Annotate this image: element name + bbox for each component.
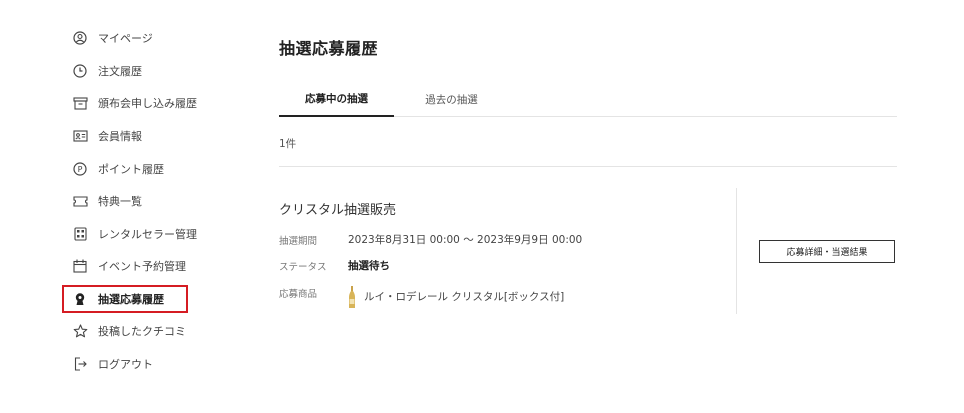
sidebar-item-rental-cellar[interactable]: レンタルセラー管理 <box>62 218 262 251</box>
lottery-icon <box>72 291 88 307</box>
product-label: 応募商品 <box>279 289 318 300</box>
champagne-bottle-image <box>348 286 356 308</box>
sidebar-item-label: ポイント履歴 <box>98 162 164 176</box>
period-value: 2023年8月31日 00:00 〜 2023年9月9日 00:00 <box>348 234 583 246</box>
period-row: 抽選期間 2023年8月31日 00:00 〜 2023年9月9日 00:00 <box>279 232 582 247</box>
sidebar-item-label: 投稿したクチコミ <box>98 325 186 339</box>
sidebar-item-order-history[interactable]: 注文履歴 <box>62 55 262 88</box>
details-button[interactable]: 応募詳細・当選結果 <box>759 240 895 263</box>
lottery-title: クリスタル抽選販売 <box>279 203 397 218</box>
sidebar-item-point-history[interactable]: P ポイント履歴 <box>62 152 262 185</box>
page-title: 抽選応募履歴 <box>279 39 379 58</box>
status-row: ステータス 抽選待ち <box>279 258 390 273</box>
sidebar-item-benefits[interactable]: 特典一覧 <box>62 185 262 218</box>
cellar-icon <box>72 226 88 242</box>
tab-active-lotteries[interactable]: 応募中の抽選 <box>279 82 394 117</box>
sidebar-item-label: マイページ <box>98 32 153 46</box>
product-link[interactable]: ルイ・ロデレール クリスタル[ボックス付] <box>364 286 564 304</box>
sidebar-item-label: イベント予約管理 <box>98 260 186 274</box>
sidebar-item-label: レンタルセラー管理 <box>98 227 197 241</box>
box-icon <box>72 95 88 111</box>
tab-past-lotteries[interactable]: 過去の抽選 <box>394 82 509 116</box>
sidebar-item-member-info[interactable]: 会員情報 <box>62 120 262 153</box>
tab-bar: 応募中の抽選 過去の抽選 <box>279 82 897 117</box>
divider <box>279 166 897 167</box>
sidebar-item-logout[interactable]: ログアウト <box>62 347 262 380</box>
calendar-icon <box>72 258 88 274</box>
sidebar-item-label: ログアウト <box>98 357 153 371</box>
person-circle-icon <box>72 30 88 46</box>
result-count: 1件 <box>279 138 297 150</box>
svg-text:P: P <box>78 165 83 174</box>
sidebar-item-posted-reviews[interactable]: 投稿したクチコミ <box>62 315 262 348</box>
point-icon: P <box>72 161 88 177</box>
sidebar: マイページ 注文履歴 頒布会申し込み履歴 会員情報 P ポイント履歴 特典一覧 <box>62 22 262 380</box>
ticket-icon <box>72 193 88 209</box>
logout-icon <box>72 356 88 372</box>
id-card-icon <box>72 128 88 144</box>
sidebar-item-label: 会員情報 <box>98 130 142 144</box>
vertical-divider <box>736 188 737 314</box>
sidebar-item-mypage[interactable]: マイページ <box>62 22 262 55</box>
status-label: ステータス <box>279 261 327 273</box>
star-icon <box>72 323 88 339</box>
status-value: 抽選待ち <box>348 260 390 272</box>
product-row: 応募商品 ルイ・ロデレール クリスタル[ボックス付] <box>279 286 564 308</box>
sidebar-item-subscription-history[interactable]: 頒布会申し込み履歴 <box>62 87 262 120</box>
sidebar-item-label: 頒布会申し込み履歴 <box>98 97 197 111</box>
clock-icon <box>72 63 88 79</box>
sidebar-item-label: 特典一覧 <box>98 195 142 209</box>
sidebar-item-label: 注文履歴 <box>98 64 142 78</box>
sidebar-item-lottery-history[interactable]: 抽選応募履歴 <box>62 284 188 313</box>
sidebar-item-label: 抽選応募履歴 <box>98 292 164 306</box>
period-label: 抽選期間 <box>279 235 318 247</box>
sidebar-item-event-reservation[interactable]: イベント予約管理 <box>62 250 262 283</box>
